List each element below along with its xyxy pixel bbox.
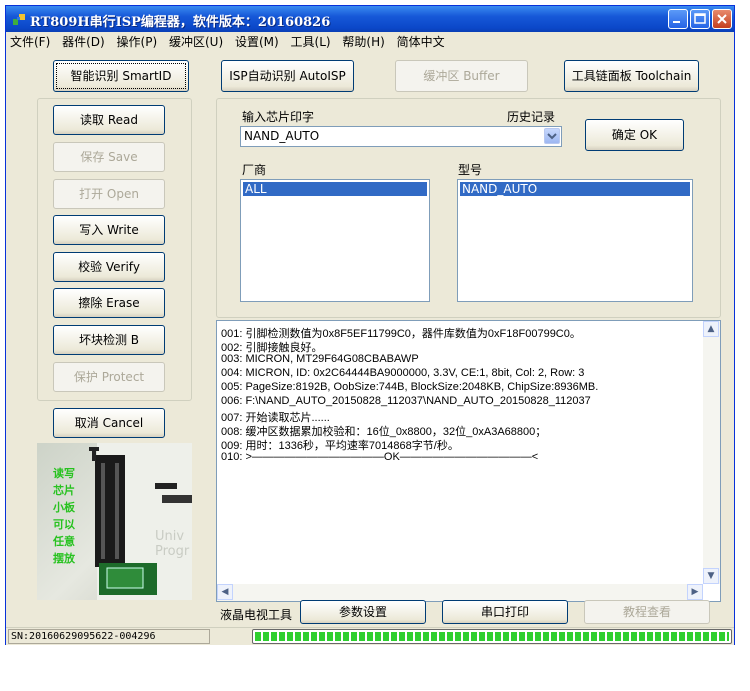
menu-operation[interactable]: 操作(P) (113, 33, 162, 52)
vendor-list[interactable]: ALL (240, 179, 430, 302)
lcd-tools-label: 液晶电视工具 (220, 608, 293, 622)
menu-tools[interactable]: 工具(L) (287, 33, 335, 52)
log-horizontal-scrollbar[interactable]: ◀ ▶ (217, 584, 703, 601)
params-button[interactable]: 参数设置 (300, 600, 426, 624)
list-item[interactable]: ALL (243, 182, 427, 196)
model-list[interactable]: NAND_AUTO (457, 179, 693, 302)
scroll-up-icon[interactable]: ▲ (703, 321, 719, 337)
cancel-button[interactable]: 取消 Cancel (53, 408, 165, 438)
log-line: 005: PageSize:8192B, OobSize:744B, Block… (221, 381, 599, 393)
log-line: 006: F:\NAND_AUTO_20150828_112037\NAND_A… (221, 395, 591, 407)
log-line: 004: MICRON, ID: 0x2C64444BA9000000, 3.3… (221, 367, 585, 379)
tutorial-button[interactable]: 教程查看 (584, 600, 710, 624)
list-item[interactable]: NAND_AUTO (460, 182, 690, 196)
status-bar: SN:20160629095622-004296 (6, 627, 734, 645)
smartid-button[interactable]: 智能识别 SmartID (53, 60, 189, 92)
toolchain-button[interactable]: 工具链面板 Toolchain (564, 60, 699, 92)
menu-buffer[interactable]: 缓冲区(U) (165, 33, 227, 52)
menu-file[interactable]: 文件(F) (6, 33, 54, 52)
erase-button[interactable]: 擦除 Erase (53, 288, 165, 318)
history-label: 历史记录 (507, 110, 556, 124)
menu-device[interactable]: 器件(D) (58, 33, 109, 52)
minimize-icon[interactable] (668, 9, 688, 29)
open-button[interactable]: 打开 Open (53, 179, 165, 209)
menu-settings[interactable]: 设置(M) (231, 33, 283, 52)
picture-caption: 芯片 (53, 484, 75, 497)
log-line: 010: >————————————OK————————————< (221, 451, 539, 463)
log-output[interactable]: 001: 引脚检测数值为0x8F5EF11799C0，器件库数值为0xF18F0… (216, 320, 721, 602)
serial-number: SN:20160629095622-004296 (8, 629, 210, 644)
picture-caption: 任意 (53, 535, 75, 548)
close-icon[interactable] (712, 9, 732, 29)
verify-button[interactable]: 校验 Verify (53, 252, 165, 282)
picture-brand: Progr (155, 544, 190, 559)
buffer-button[interactable]: 缓冲区 Buffer (395, 60, 528, 92)
maximize-icon[interactable] (690, 9, 710, 29)
log-line: 003: MICRON, MT29F64G08CBABAWP (221, 353, 419, 365)
picture-brand: Univ (155, 529, 185, 544)
progress-fill (255, 632, 729, 641)
scroll-down-icon[interactable]: ▼ (703, 568, 719, 584)
scroll-right-icon[interactable]: ▶ (687, 584, 703, 600)
read-button[interactable]: 读取 Read (53, 105, 165, 135)
isp-auto-button[interactable]: ISP自动识别 AutoISP (221, 60, 354, 92)
chevron-down-icon[interactable] (544, 128, 560, 144)
badblock-button[interactable]: 坏块检测 B (53, 325, 165, 355)
save-button[interactable]: 保存 Save (53, 142, 165, 172)
chip-input-value: NAND_AUTO (244, 129, 320, 143)
window-title: RT809H串行ISP编程器，软件版本：20160826 (30, 15, 331, 30)
progress-bar (252, 629, 732, 644)
chip-input-label: 输入芯片印字 (242, 110, 315, 124)
picture-caption: 可以 (53, 518, 75, 531)
scroll-left-icon[interactable]: ◀ (217, 584, 233, 600)
ok-button[interactable]: 确定 OK (585, 119, 684, 151)
serial-print-button[interactable]: 串口打印 (442, 600, 568, 624)
picture-caption: 读写 (53, 467, 75, 480)
vendor-label: 厂商 (242, 163, 267, 177)
chip-history-combo[interactable]: NAND_AUTO (240, 126, 562, 147)
menu-language[interactable]: 简体中文 (393, 33, 449, 52)
app-icon (13, 14, 25, 25)
title-bar[interactable]: RT809H串行ISP编程器，软件版本：20160826 (6, 6, 734, 32)
log-vertical-scrollbar[interactable]: ▲ ▼ (703, 321, 720, 584)
adapter-photo: 读写 芯片 小板 可以 任意 摆放 Univ Progr (37, 443, 192, 600)
menu-bar: 文件(F) 器件(D) 操作(P) 缓冲区(U) 设置(M) 工具(L) 帮助(… (6, 33, 734, 52)
picture-caption: 小板 (53, 501, 75, 514)
picture-caption: 摆放 (53, 552, 75, 565)
model-label: 型号 (458, 163, 483, 177)
write-button[interactable]: 写入 Write (53, 215, 165, 245)
menu-help[interactable]: 帮助(H) (338, 33, 388, 52)
protect-button[interactable]: 保护 Protect (53, 362, 165, 392)
main-window: RT809H串行ISP编程器，软件版本：20160826 文件(F) 器件(D)… (5, 5, 735, 645)
